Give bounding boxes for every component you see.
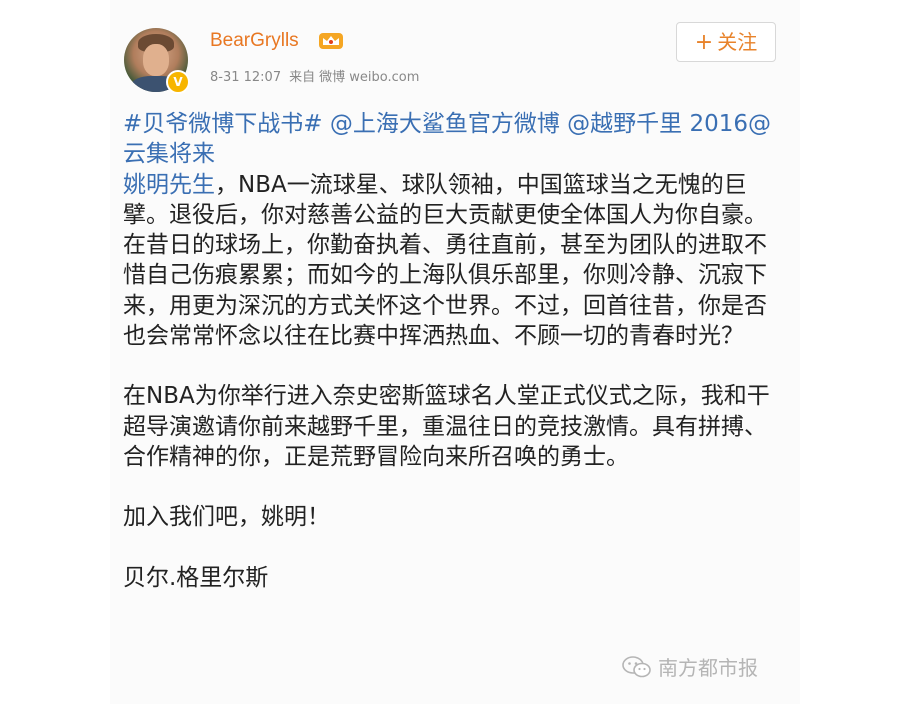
watermark-text: 南方都市报 [658,656,758,680]
watermark: 南方都市报 [622,652,758,681]
post-meta: 8-31 12:07 来自 微博 weibo.com [210,66,427,85]
post-tags-line: #贝爷微博下战书# @上海大鲨鱼官方微博 @越野千里 2016@云集将来 [123,109,783,170]
post-body: #贝爷微博下战书# @上海大鲨鱼官方微博 @越野千里 2016@云集将来 姚明先… [123,109,783,593]
mention-link-shanghai[interactable]: @上海大鲨鱼官方微博 [330,111,560,137]
mention-link-yaoming[interactable]: 姚明先生 [123,172,215,198]
verified-badge-icon: V [166,70,190,94]
follow-label: 关注 [717,30,758,54]
paragraph-1-text: ，NBA一流球星、球队领袖，中国篮球当之无愧的巨擘。退役后，你对慈善公益的巨大贡… [123,171,767,350]
post-signature: 贝尔.格里尔斯 [123,564,269,591]
crown-icon [319,33,343,49]
source-label: 来自 [289,70,316,85]
post-paragraph-3: 加入我们吧，姚明！ [123,504,330,531]
post-date: 8-31 12:07 [210,70,282,85]
hashtag-link[interactable]: #贝爷微博下战书# [123,111,323,137]
username[interactable]: BearGrylls [210,30,299,52]
wechat-icon [622,655,651,677]
post-paragraph-1: 姚明先生，NBA一流球星、球队领袖，中国篮球当之无愧的巨擘。退役后，你对慈善公益… [123,170,783,352]
mention-link-yueye[interactable]: @越野千里 [567,111,682,137]
post-paragraph-2: 在NBA为你举行进入奈史密斯篮球名人堂正式仪式之际，我和干超导演邀请你前来越野千… [123,383,770,470]
avatar-face [143,44,169,76]
plus-icon: + [694,30,714,55]
follow-button[interactable]: + 关注 [676,22,776,62]
post-source: 微博 weibo.com [319,70,420,85]
